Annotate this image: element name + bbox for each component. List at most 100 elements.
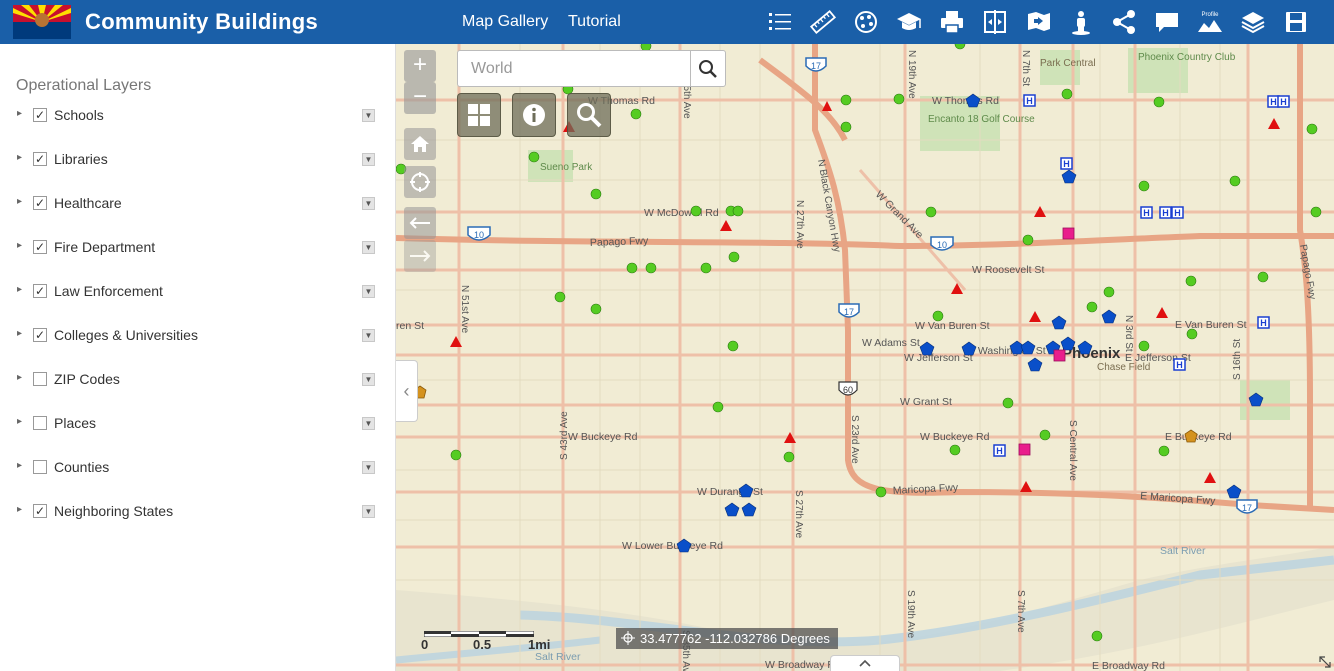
map-label-street: S 16th St	[1232, 339, 1243, 380]
info-button[interactable]	[512, 93, 556, 137]
layer-checkbox[interactable]: ✓	[33, 328, 47, 342]
layer-checkbox[interactable]: ✓	[33, 284, 47, 298]
zoom-out-button[interactable]: −	[404, 82, 436, 114]
map-label-street: 10	[474, 230, 484, 240]
layer-menu-icon[interactable]: ▼	[362, 153, 375, 166]
map-label-park: Phoenix Country Club	[1138, 52, 1236, 63]
layer-menu-icon[interactable]: ▼	[362, 285, 375, 298]
layer-item-places: ▸ Places ▼	[0, 414, 396, 458]
search-button[interactable]	[690, 51, 725, 86]
expand-caret-icon[interactable]: ▸	[17, 504, 25, 518]
home-button[interactable]	[404, 128, 436, 160]
scale-label: 0.5	[473, 637, 492, 652]
map-label-park: Sueno Park	[540, 162, 593, 173]
search-input[interactable]	[458, 51, 690, 86]
layer-menu-icon[interactable]: ▼	[362, 505, 375, 518]
measure-icon[interactable]	[801, 0, 844, 44]
map-label-street: S 43rd Ave	[559, 411, 570, 460]
profile-icon[interactable]: Profile	[1188, 0, 1231, 44]
map-label-street: E Van Buren St	[1175, 319, 1247, 331]
next-extent-button[interactable]	[404, 240, 436, 272]
layer-menu-icon[interactable]: ▼	[362, 241, 375, 254]
basemap-gallery-button[interactable]	[457, 93, 501, 137]
education-icon[interactable]	[887, 0, 930, 44]
expand-caret-icon[interactable]: ▸	[17, 328, 25, 342]
expand-caret-icon[interactable]: ▸	[17, 460, 25, 474]
directions-icon[interactable]	[1016, 0, 1059, 44]
collapse-panel-button[interactable]: ‹	[396, 360, 418, 422]
layer-item-schools: ▸ ✓ Schools ▼	[0, 106, 396, 150]
expand-caret-icon[interactable]: ▸	[17, 284, 25, 298]
profile-tool-label: Profile	[1201, 12, 1219, 18]
find-button[interactable]	[567, 93, 611, 137]
app-title: Community Buildings	[85, 9, 319, 34]
search-icon	[699, 59, 717, 78]
layer-menu-icon[interactable]: ▼	[362, 417, 375, 430]
layer-checkbox[interactable]: ✓	[33, 108, 47, 122]
map-label-street: W Buckeye Rd	[920, 431, 990, 443]
map-label-street: 10	[937, 240, 947, 250]
layer-label: Healthcare	[54, 195, 122, 211]
legend-icon[interactable]	[758, 0, 801, 44]
layer-checkbox[interactable]: ✓	[33, 152, 47, 166]
layer-menu-icon[interactable]: ▼	[362, 197, 375, 210]
swipe-icon[interactable]	[973, 0, 1016, 44]
expand-caret-icon[interactable]: ▸	[17, 240, 25, 254]
layer-label: Neighboring States	[54, 503, 174, 519]
attribute-table-toggle[interactable]	[830, 655, 900, 671]
layer-checkbox[interactable]	[33, 372, 47, 386]
map-label-street: S Central Ave	[1067, 420, 1078, 481]
layer-menu-icon[interactable]: ▼	[362, 109, 375, 122]
layer-panel: Operational Layers ▸ ✓ Schools ▼ ▸ ✓ Lib…	[0, 44, 396, 671]
map-gallery-link[interactable]: Map Gallery	[462, 13, 548, 31]
layer-label: Libraries	[54, 151, 108, 167]
layer-list: ▸ ✓ Schools ▼ ▸ ✓ Libraries ▼ ▸ ✓ Health…	[0, 106, 396, 546]
layer-checkbox[interactable]	[33, 460, 47, 474]
layer-checkbox[interactable]: ✓	[33, 504, 47, 518]
save-icon[interactable]	[1274, 0, 1317, 44]
expand-caret-icon[interactable]: ▸	[17, 416, 25, 430]
layer-menu-icon[interactable]: ▼	[362, 329, 375, 342]
svg-text:H: H	[1174, 208, 1181, 218]
map-label-street: Papago Fwy	[590, 235, 649, 249]
share-icon[interactable]	[1102, 0, 1145, 44]
previous-extent-button[interactable]	[404, 207, 436, 239]
locate-button[interactable]	[404, 166, 436, 198]
comment-icon[interactable]	[1145, 0, 1188, 44]
map-label-park: Encanto 18 Golf Course	[928, 114, 1035, 125]
layer-checkbox[interactable]	[33, 416, 47, 430]
expand-caret-icon[interactable]: ▸	[17, 196, 25, 210]
map-label-poi: Chase Field	[1097, 362, 1150, 373]
chevron-up-icon	[859, 659, 871, 667]
layer-checkbox[interactable]: ✓	[33, 196, 47, 210]
svg-text:H: H	[1063, 159, 1070, 169]
expand-caret-icon[interactable]: ▸	[17, 372, 25, 386]
map-label-street: S 23rd Ave	[849, 415, 860, 464]
expand-caret-icon[interactable]: ▸	[17, 152, 25, 166]
svg-text:H: H	[1026, 96, 1033, 106]
layer-item-healthcare: ▸ ✓ Healthcare ▼	[0, 194, 396, 238]
zoom-in-button[interactable]: +	[404, 50, 436, 82]
layer-checkbox[interactable]: ✓	[33, 240, 47, 254]
basemap-icon[interactable]	[844, 0, 887, 44]
map-label-street: W Durango St	[697, 486, 763, 498]
map-label-street: N 51st Ave	[459, 285, 470, 334]
street-view-icon[interactable]	[1059, 0, 1102, 44]
map-label-street: W Van Buren St	[915, 320, 990, 332]
resize-icon[interactable]	[1318, 655, 1332, 669]
info-icon	[523, 104, 545, 126]
layer-menu-icon[interactable]: ▼	[362, 461, 375, 474]
map-label-street: W Grant St	[900, 396, 952, 408]
layer-menu-icon[interactable]: ▼	[362, 373, 375, 386]
map-label-street: N 3rd St	[1123, 315, 1134, 352]
map-view[interactable]: 10 10 17 17 17 60 W Thomas Rd W Thomas R…	[396, 44, 1334, 671]
svg-text:H: H	[1270, 97, 1277, 107]
layers-icon[interactable]	[1231, 0, 1274, 44]
coordinate-display[interactable]: 33.477762 -112.032786 Degrees	[616, 628, 838, 649]
tutorial-link[interactable]: Tutorial	[568, 13, 621, 31]
print-icon[interactable]	[930, 0, 973, 44]
arrow-left-icon	[409, 217, 430, 229]
map-label-street: W McDowell Rd	[644, 207, 719, 219]
layer-label: Counties	[54, 459, 110, 475]
expand-caret-icon[interactable]: ▸	[17, 108, 25, 122]
